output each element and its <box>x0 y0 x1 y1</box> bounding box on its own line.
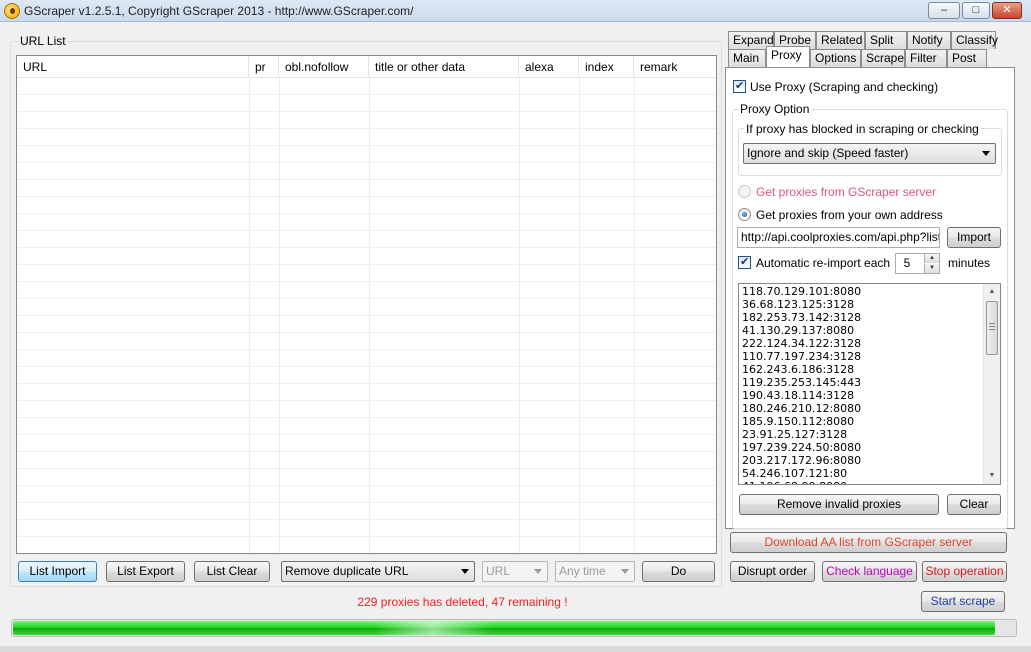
chevron-down-icon <box>982 151 990 156</box>
column-divider <box>279 78 280 553</box>
blocked-action-select[interactable]: Ignore and skip (Speed faster) <box>743 143 996 164</box>
use-proxy-label: Use Proxy (Scraping and checking) <box>750 80 939 94</box>
download-aa-list-button[interactable]: Download AA list from GScraper server <box>730 532 1007 553</box>
close-button[interactable]: ✕ <box>992 2 1022 19</box>
window-title: GScraper v1.2.5.1, Copyright GScraper 20… <box>24 4 414 18</box>
time-select[interactable]: Any time <box>555 561 635 582</box>
tab-scrape[interactable]: Scrape <box>861 49 905 67</box>
proxy-line: 203.217.172.96:8080 <box>742 454 862 467</box>
proxy-line: 41.196.68.99:8080 <box>742 480 982 484</box>
import-button[interactable]: Import <box>947 227 1001 248</box>
use-proxy-checkbox[interactable] <box>733 79 746 93</box>
blocked-action-value: Ignore and skip (Speed faster) <box>747 146 909 160</box>
auto-reimport-label: Automatic re-import each <box>756 256 891 270</box>
scroll-up-icon[interactable]: ▲ <box>984 284 1000 300</box>
column-divider <box>249 78 250 553</box>
proxy-line: 182.253.73.142:3128 <box>742 311 862 324</box>
chevron-down-icon <box>534 569 542 574</box>
tab-filter[interactable]: Filter <box>905 49 947 67</box>
minutes-label: minutes <box>948 256 991 270</box>
tab-related[interactable]: Related <box>816 31 865 49</box>
proxy-line: 23.91.25.127:3128 <box>742 428 848 441</box>
column-header-remark[interactable]: remark <box>634 56 716 78</box>
column-header-index[interactable]: index <box>579 56 634 78</box>
own-address-radio[interactable] <box>738 208 751 221</box>
list-import-button[interactable]: List Import <box>18 561 97 582</box>
stepper-down-icon[interactable]: ▼ <box>924 264 939 273</box>
column-divider <box>369 78 370 553</box>
list-clear-button[interactable]: List Clear <box>194 561 270 582</box>
stop-operation-button[interactable]: Stop operation <box>922 561 1007 582</box>
column-header-url[interactable]: URL <box>17 56 249 78</box>
reimport-minutes-stepper[interactable]: 5 ▲ ▼ <box>895 253 940 274</box>
title-bar: GScraper v1.2.5.1, Copyright GScraper 20… <box>0 0 1031 22</box>
url-list-table[interactable]: URL pr obl.nofollow title or other data … <box>16 55 717 554</box>
disrupt-order-button[interactable]: Disrupt order <box>730 561 815 582</box>
proxy-line: 119.235.253.145:443 <box>742 376 862 389</box>
url-list-label: URL List <box>18 34 68 48</box>
app-logo-icon <box>4 3 20 19</box>
server-proxies-radio[interactable] <box>738 185 751 198</box>
server-proxies-label: Get proxies from GScraper server <box>756 185 937 199</box>
reimport-minutes-value: 5 <box>903 256 911 270</box>
stepper-up-icon[interactable]: ▲ <box>924 254 939 263</box>
proxy-line: 36.68.123.125:3128 <box>742 298 855 311</box>
tab-main[interactable]: Main <box>728 49 766 67</box>
column-header-obl-nofollow[interactable]: obl.nofollow <box>279 56 369 78</box>
progress-bar <box>11 619 1017 637</box>
column-divider <box>634 78 635 553</box>
chevron-down-icon <box>461 569 469 574</box>
list-export-button[interactable]: List Export <box>106 561 185 582</box>
tab-proxy[interactable]: Proxy <box>766 46 810 67</box>
tab-options[interactable]: Options <box>810 49 861 67</box>
proxy-line: 185.9.150.112:8080 <box>742 415 855 428</box>
tab-notify[interactable]: Notify <box>907 31 951 49</box>
field-select[interactable]: URL <box>482 561 548 582</box>
proxy-list-scrollbar[interactable]: ▲ ▼ <box>983 284 1000 484</box>
proxy-line: 162.243.6.186:3128 <box>742 363 855 376</box>
own-address-label: Get proxies from your own address <box>756 208 943 222</box>
proxy-line: 222.124.34.122:3128 <box>742 337 862 350</box>
remove-invalid-proxies-button[interactable]: Remove invalid proxies <box>739 494 939 515</box>
proxy-line: 180.246.210.12:8080 <box>742 402 862 415</box>
progress-bar-fill <box>13 621 995 635</box>
column-header-pr[interactable]: pr <box>249 56 279 78</box>
scroll-thumb[interactable] <box>986 301 998 355</box>
time-select-value: Any time <box>559 564 606 578</box>
check-language-button[interactable]: Check language <box>822 561 917 582</box>
column-divider <box>579 78 580 553</box>
minimize-button[interactable]: – <box>928 2 960 19</box>
field-select-value: URL <box>486 564 511 578</box>
proxy-address-input[interactable]: http://api.coolproxies.com/api.php?list=… <box>737 227 940 248</box>
scroll-down-icon[interactable]: ▼ <box>984 468 1000 484</box>
blocked-action-label: If proxy has blocked in scraping or chec… <box>744 122 981 136</box>
tab-classify[interactable]: Classify <box>951 31 998 49</box>
proxy-line: 118.70.129.101:8080 <box>742 285 862 298</box>
proxy-line: 190.43.18.114:3128 <box>742 389 855 402</box>
bottom-edge <box>0 646 1031 652</box>
status-message: 229 proxies has deleted, 47 remaining ! <box>357 595 568 609</box>
proxy-line: 54.246.107.121:80 <box>742 467 848 480</box>
url-list-header: URL pr obl.nofollow title or other data … <box>17 56 716 78</box>
proxy-option-label: Proxy Option <box>738 102 812 116</box>
clear-proxies-button[interactable]: Clear <box>947 494 1001 515</box>
tab-split[interactable]: Split <box>865 31 907 49</box>
list-action-value: Remove duplicate URL <box>285 564 409 578</box>
proxy-line: 197.239.224.50:8080 <box>742 441 862 454</box>
proxy-list-textarea[interactable]: 118.70.129.101:8080 36.68.123.125:3128 182… <box>738 283 1001 485</box>
maximize-button[interactable]: □ <box>962 2 990 19</box>
start-scrape-button[interactable]: Start scrape <box>921 591 1005 612</box>
proxy-line: 110.77.197.234:3128 <box>742 350 862 363</box>
column-header-title[interactable]: title or other data <box>369 56 519 78</box>
list-action-select[interactable]: Remove duplicate URL <box>281 561 475 582</box>
tab-post[interactable]: Post <box>947 49 987 67</box>
proxy-list-lines: 118.70.129.101:8080 36.68.123.125:3128 182… <box>742 285 982 484</box>
chevron-down-icon <box>621 569 629 574</box>
column-header-alexa[interactable]: alexa <box>519 56 579 78</box>
proxy-line: 41.130.29.137:8080 <box>742 324 855 337</box>
auto-reimport-checkbox[interactable] <box>738 255 751 269</box>
do-button[interactable]: Do <box>642 561 715 582</box>
url-list-rows <box>17 78 716 553</box>
column-divider <box>519 78 520 553</box>
